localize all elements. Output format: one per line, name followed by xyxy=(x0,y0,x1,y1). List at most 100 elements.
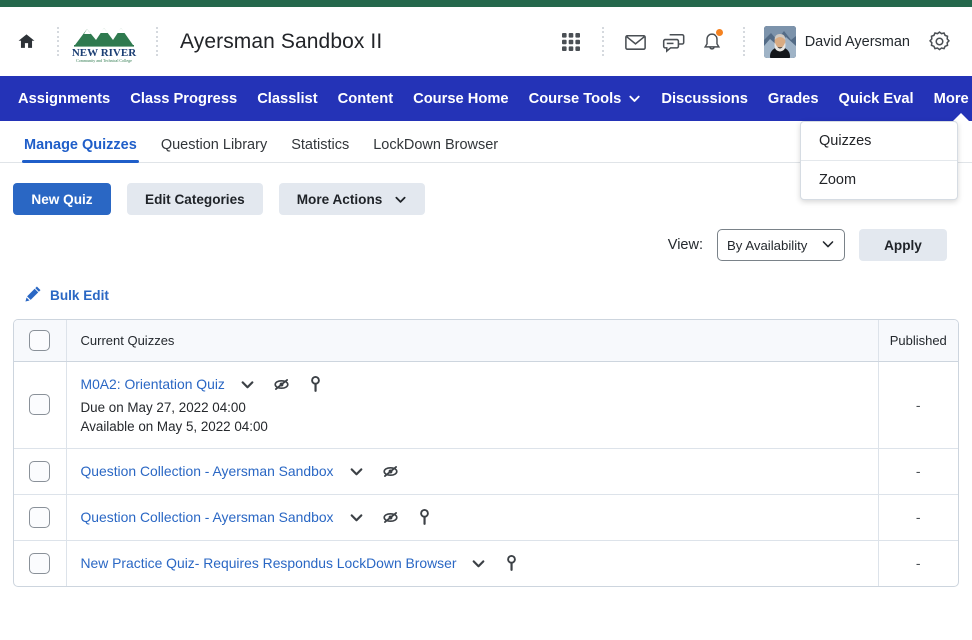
apply-button[interactable]: Apply xyxy=(859,229,947,261)
edit-categories-button[interactable]: Edit Categories xyxy=(127,183,263,215)
quiz-cell: New Practice Quiz- Requires Respondus Lo… xyxy=(66,540,878,586)
row-select-cell xyxy=(14,361,67,449)
row-checkbox[interactable] xyxy=(29,552,51,574)
bell-icon[interactable] xyxy=(693,23,731,61)
view-select-value: By Availability xyxy=(727,237,808,253)
chevron-down-icon[interactable] xyxy=(471,556,486,571)
header-divider-1 xyxy=(56,26,59,57)
nav-item-label: Classlist xyxy=(257,90,318,107)
more-actions-label: More Actions xyxy=(296,191,383,207)
chevron-down-icon[interactable] xyxy=(240,377,255,392)
row-checkbox[interactable] xyxy=(29,460,51,482)
row-select-cell xyxy=(14,494,67,541)
quiz-title-link[interactable]: Question Collection - Ayersman Sandbox xyxy=(81,509,334,525)
eye-slash-icon[interactable] xyxy=(382,509,399,526)
column-header-published: Published xyxy=(877,320,958,362)
chevron-down-icon xyxy=(821,237,835,254)
select-all-checkbox[interactable] xyxy=(29,329,51,351)
quiz-title-link[interactable]: New Practice Quiz- Requires Respondus Lo… xyxy=(81,555,457,571)
nav-item-class-progress[interactable]: Class Progress xyxy=(120,76,247,121)
nav-item-label: Course Home xyxy=(413,90,509,107)
apps-grid-icon[interactable] xyxy=(552,23,590,61)
nav-item-label: Grades xyxy=(767,90,819,107)
svg-text:Community and Technical Colleg: Community and Technical College xyxy=(76,58,132,63)
avatar[interactable] xyxy=(763,25,796,58)
published-cell: - xyxy=(877,448,958,495)
dropdown-item-quizzes[interactable]: Quizzes xyxy=(801,122,957,160)
nav-item-label: Content xyxy=(337,90,394,107)
nav-item-classlist[interactable]: Classlist xyxy=(247,76,327,121)
key-icon[interactable] xyxy=(308,375,323,393)
tab-statistics[interactable]: Statistics xyxy=(279,137,361,162)
row-checkbox[interactable] xyxy=(29,394,51,415)
published-cell: - xyxy=(877,361,958,449)
nav-item-label: Class Progress xyxy=(130,90,238,107)
table-row: Question Collection - Ayersman Sandbox - xyxy=(14,494,958,541)
row-checkbox[interactable] xyxy=(29,506,51,528)
user-name[interactable]: David Ayersman xyxy=(805,34,910,50)
chevron-down-icon xyxy=(394,193,407,206)
main-content: New Quiz Edit Categories More Actions Vi… xyxy=(0,183,972,587)
dropdown-item-zoom[interactable]: Zoom xyxy=(801,160,957,199)
chat-bubbles-icon[interactable] xyxy=(655,23,693,61)
bulk-edit-label: Bulk Edit xyxy=(50,287,109,303)
quiz-title-row: Question Collection - Ayersman Sandbox xyxy=(81,463,864,480)
published-cell: - xyxy=(877,540,958,586)
college-logo[interactable]: NEW RIVER Community and Technical Colleg… xyxy=(71,19,143,65)
chevron-down-icon[interactable] xyxy=(349,510,364,525)
view-label: View: xyxy=(667,237,703,253)
course-navbar: Assignments Class Progress Classlist Conten… xyxy=(0,76,972,122)
select-all-header xyxy=(14,320,67,362)
new-quiz-button[interactable]: New Quiz xyxy=(13,183,111,215)
tab-question-library[interactable]: Question Library xyxy=(149,137,279,162)
quiz-cell: M0A2: Orientation Quiz Due on May 27, 202… xyxy=(66,361,878,449)
nav-item-assignments[interactable]: Assignments xyxy=(8,76,120,121)
quiz-cell: Question Collection - Ayersman Sandbox xyxy=(66,448,878,495)
eye-slash-icon[interactable] xyxy=(273,376,290,393)
nav-item-discussions[interactable]: Discussions xyxy=(651,76,758,121)
header-divider-2 xyxy=(155,26,158,57)
key-icon[interactable] xyxy=(417,508,432,526)
nav-item-label: Discussions xyxy=(661,90,748,107)
chevron-down-icon xyxy=(628,92,641,105)
quiz-title-link[interactable]: Question Collection - Ayersman Sandbox xyxy=(81,463,334,479)
quiz-title-row: Question Collection - Ayersman Sandbox xyxy=(81,508,864,526)
chevron-down-icon[interactable] xyxy=(349,464,364,479)
tab-lockdown-browser[interactable]: LockDown Browser xyxy=(361,137,510,162)
nav-item-more[interactable]: More xyxy=(924,76,972,122)
more-actions-button[interactable]: More Actions xyxy=(278,183,426,215)
quiz-title-row: New Practice Quiz- Requires Respondus Lo… xyxy=(81,554,864,572)
nav-item-content[interactable]: Content xyxy=(328,76,403,121)
table-row: New Practice Quiz- Requires Respondus Lo… xyxy=(14,540,958,586)
published-cell: - xyxy=(877,494,958,541)
dropdown-item-label: Zoom xyxy=(819,172,857,188)
eye-slash-icon[interactable] xyxy=(382,463,399,480)
nav-item-label: Assignments xyxy=(18,90,111,107)
top-accent-strip xyxy=(0,0,972,7)
nav-item-course-tools[interactable]: Course Tools xyxy=(519,76,652,121)
bulk-edit-link[interactable]: Bulk Edit xyxy=(25,285,109,305)
nav-item-label: Quick Eval xyxy=(838,90,914,107)
nav-item-label: Course Tools xyxy=(528,90,622,107)
app-header: NEW RIVER Community and Technical Colleg… xyxy=(0,7,972,76)
quiz-due-date: Due on May 27, 2022 04:00 xyxy=(80,399,246,415)
nav-item-grades[interactable]: Grades xyxy=(758,76,829,121)
tab-manage-quizzes[interactable]: Manage Quizzes xyxy=(12,137,149,163)
table-body: M0A2: Orientation Quiz Due on May 27, 202… xyxy=(14,361,958,586)
gear-icon[interactable] xyxy=(920,23,958,61)
envelope-icon[interactable] xyxy=(617,23,655,61)
home-icon[interactable] xyxy=(8,24,44,60)
dropdown-item-label: Quizzes xyxy=(819,133,872,149)
quiz-title-link[interactable]: M0A2: Orientation Quiz xyxy=(81,376,225,392)
more-dropdown-menu: Quizzes Zoom xyxy=(800,121,958,200)
notification-badge xyxy=(714,27,724,37)
view-filter-bar: View: By Availability Apply xyxy=(13,229,959,261)
row-select-cell xyxy=(14,448,67,495)
table-row: Question Collection - Ayersman Sandbox - xyxy=(14,448,958,495)
quiz-title-row: M0A2: Orientation Quiz xyxy=(81,375,864,393)
view-select[interactable]: By Availability xyxy=(717,229,845,261)
nav-item-quick-eval[interactable]: Quick Eval xyxy=(829,76,924,121)
key-icon[interactable] xyxy=(504,554,519,572)
nav-item-course-home[interactable]: Course Home xyxy=(403,76,519,121)
quiz-available-date: Available on May 5, 2022 04:00 xyxy=(80,418,268,434)
